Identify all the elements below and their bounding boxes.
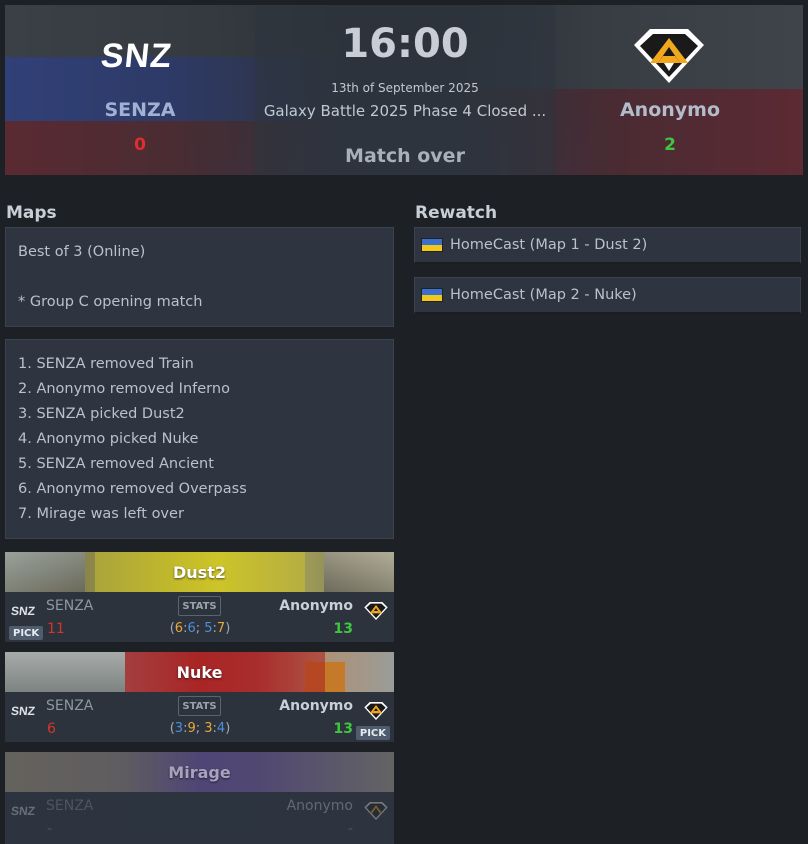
- map-team-right: Anonymo: [279, 698, 353, 714]
- team-right-name[interactable]: Anonymo: [610, 99, 730, 121]
- match-date: 13th of September 2025: [331, 81, 479, 95]
- senza-logo[interactable]: SNZ: [99, 37, 174, 76]
- event-link[interactable]: Galaxy Battle 2025 Phase 4 Closed ...: [260, 102, 550, 120]
- ukraine-flag-icon: [421, 238, 443, 252]
- anonymo-logo: [364, 602, 388, 620]
- ukraine-flag-icon: [421, 288, 443, 302]
- pick-badge: PICK: [9, 626, 44, 640]
- veto-panel: 1. SENZA removed Train 2. Anonymo remove…: [5, 339, 394, 539]
- map-name: Dust2: [173, 562, 226, 582]
- map-score-left: -: [47, 821, 53, 837]
- half-scores: (3:9; 3:4): [169, 721, 231, 736]
- map-score-right: 13: [333, 721, 353, 737]
- map-team-left: SENZA: [46, 798, 94, 814]
- map-name: Nuke: [176, 662, 223, 682]
- veto-step: 2. Anonymo removed Inferno: [18, 381, 230, 397]
- pick-badge: PICK: [355, 726, 390, 740]
- veto-step: 5. SENZA removed Ancient: [18, 456, 214, 472]
- veto-step: 7. Mirage was left over: [18, 506, 184, 522]
- map-name: Mirage: [168, 762, 231, 782]
- rewatch-section-title: Rewatch: [415, 203, 498, 223]
- team-left-name[interactable]: SENZA: [85, 99, 195, 121]
- senza-logo: SNZ: [10, 604, 36, 618]
- maps-section-title: Maps: [6, 203, 57, 223]
- rewatch-link-map2[interactable]: HomeCast (Map 2 - Nuke): [414, 277, 801, 314]
- map-team-left: SENZA: [46, 698, 94, 714]
- match-info-panel: Best of 3 (Online) * Group C opening mat…: [5, 227, 394, 327]
- stats-button[interactable]: STATS: [178, 596, 221, 616]
- anonymo-logo: [364, 702, 388, 720]
- map-score-left: 11: [47, 621, 65, 637]
- map-card-nuke: Nuke SNZ SENZA 6 STATS (3:9; 3:4) Anonym…: [5, 652, 394, 742]
- senza-logo: SNZ: [10, 704, 36, 718]
- map-card-dust2: Dust2 SNZ PICK SENZA 11 STATS (6:6; 5:7)…: [5, 552, 394, 642]
- stats-button[interactable]: STATS: [178, 696, 221, 716]
- team-right-score: 2: [664, 135, 676, 155]
- match-status: Match over: [345, 145, 465, 167]
- rewatch-label: HomeCast (Map 2 - Nuke): [450, 287, 637, 303]
- rewatch-label: HomeCast (Map 1 - Dust 2): [450, 237, 648, 253]
- map-score-right: -: [347, 821, 353, 837]
- match-header: SNZ SENZA Anonymo 0 2 16:00 13th of Sept…: [5, 5, 803, 175]
- map-score-left: 6: [47, 721, 56, 737]
- veto-step: 3. SENZA picked Dust2: [18, 406, 185, 422]
- veto-step: 6. Anonymo removed Overpass: [18, 481, 247, 497]
- anonymo-logo[interactable]: [630, 25, 708, 87]
- veto-step: 1. SENZA removed Train: [18, 356, 194, 372]
- rewatch-link-map1[interactable]: HomeCast (Map 1 - Dust 2): [414, 227, 801, 264]
- senza-logo: SNZ: [10, 804, 36, 818]
- map-team-right: Anonymo: [279, 598, 353, 614]
- anonymo-logo: [364, 802, 388, 820]
- map-team-right: Anonymo: [286, 798, 353, 814]
- note-line: * Group C opening match: [18, 294, 203, 310]
- map-score-right: 13: [333, 621, 353, 637]
- map-card-mirage: Mirage SNZ SENZA - Anonymo -: [5, 752, 394, 844]
- format-line: Best of 3 (Online): [18, 244, 146, 260]
- team-left-score: 0: [134, 135, 146, 155]
- half-scores: (6:6; 5:7): [169, 621, 231, 636]
- match-time: 16:00: [341, 21, 469, 67]
- veto-step: 4. Anonymo picked Nuke: [18, 431, 199, 447]
- map-team-left: SENZA: [46, 598, 94, 614]
